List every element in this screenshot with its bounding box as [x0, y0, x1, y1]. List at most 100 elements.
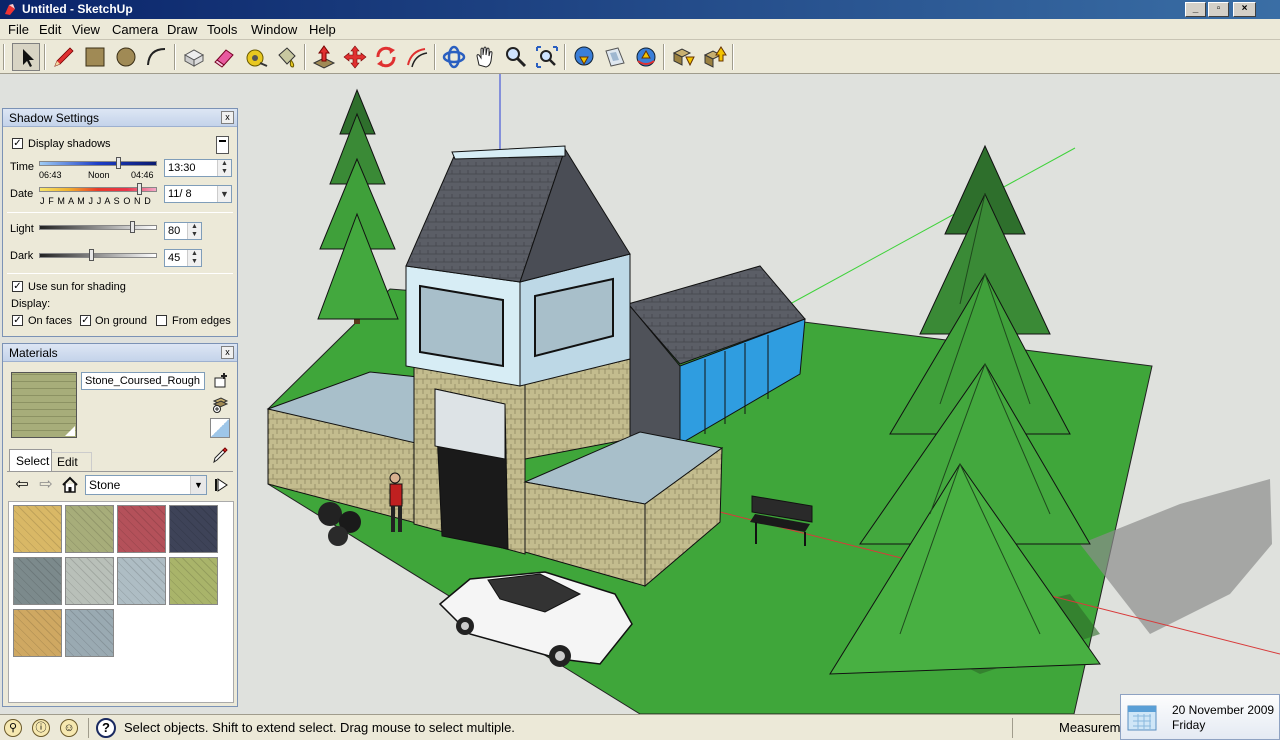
paint-bucket-button[interactable] — [273, 43, 301, 71]
collapse-details-button[interactable] — [216, 136, 229, 154]
shadow-settings-title[interactable]: Shadow Settings — [3, 109, 237, 127]
material-swatch[interactable] — [169, 557, 218, 605]
library-value: Stone — [89, 478, 121, 492]
push-pull-button[interactable] — [310, 43, 338, 71]
material-swatch[interactable] — [13, 609, 62, 657]
use-sun-checkbox[interactable]: ✓ — [12, 281, 23, 292]
material-swatch[interactable] — [65, 609, 114, 657]
get-models-button[interactable] — [570, 43, 598, 71]
rectangle-tool-button[interactable] — [81, 43, 109, 71]
material-swatch[interactable] — [169, 505, 218, 553]
share-model-button[interactable] — [601, 43, 629, 71]
display-secondary-pane-button[interactable] — [211, 395, 229, 413]
maximize-button[interactable]: ▫ — [1208, 2, 1229, 17]
menu-draw[interactable]: Draw — [167, 22, 197, 37]
move-tool-button[interactable] — [341, 43, 369, 71]
arc-tool-button[interactable] — [143, 43, 171, 71]
material-swatch[interactable] — [13, 557, 62, 605]
user-account-icon[interactable]: ☺ — [60, 719, 78, 737]
materials-close-button[interactable]: x — [221, 346, 234, 359]
on-ground-checkbox[interactable]: ✓ — [80, 315, 91, 326]
month-labels: J F M A M J J A S O N D — [40, 196, 152, 206]
toolbar-separator — [564, 44, 566, 70]
home-icon — [62, 476, 78, 493]
toolbar-separator — [732, 44, 734, 70]
date-input[interactable]: 11/ 8 ▼ — [164, 185, 232, 203]
zoom-extents-button[interactable] — [533, 43, 561, 71]
credits-icon[interactable]: ⓘ — [32, 719, 50, 737]
material-name-field[interactable]: Stone_Coursed_Rough — [81, 372, 205, 390]
share-component-icon — [703, 46, 727, 68]
material-swatch[interactable] — [117, 505, 166, 553]
menu-help[interactable]: Help — [309, 22, 336, 37]
create-material-icon — [214, 373, 227, 388]
menu-file[interactable]: File — [8, 22, 29, 37]
light-input[interactable]: 80 ▲ ▼ — [164, 222, 202, 240]
move-icon — [343, 45, 367, 69]
date-notification[interactable]: 20 November 2009 Friday — [1120, 694, 1280, 740]
time-spinner-arrows[interactable]: ▲ ▼ — [217, 160, 231, 176]
circle-tool-button[interactable] — [112, 43, 140, 71]
menu-view[interactable]: View — [72, 22, 100, 37]
dark-slider-thumb[interactable] — [89, 249, 95, 261]
get-photo-texture-button[interactable] — [632, 43, 660, 71]
select-tool-button[interactable] — [12, 43, 40, 71]
orbit-tool-button[interactable] — [440, 43, 468, 71]
panel-divider — [7, 212, 233, 213]
menu-edit[interactable]: Edit — [39, 22, 61, 37]
default-material-button[interactable] — [210, 418, 230, 438]
instructor-help-icon[interactable]: ? — [96, 718, 116, 738]
home-button[interactable] — [61, 476, 79, 494]
zoom-tool-button[interactable] — [502, 43, 530, 71]
details-button[interactable] — [213, 476, 231, 494]
back-button[interactable]: ⇦ — [13, 476, 31, 494]
get-components-icon — [672, 48, 695, 67]
dark-slider-track[interactable] — [39, 253, 157, 258]
forward-button[interactable]: ⇨ — [37, 476, 55, 494]
create-material-button[interactable] — [213, 372, 229, 388]
tape-measure-button[interactable] — [242, 43, 270, 71]
display-shadows-checkbox[interactable]: ✓ — [12, 138, 23, 149]
main-toolbar — [0, 40, 1280, 74]
pan-tool-button[interactable] — [471, 43, 499, 71]
date-slider-thumb[interactable] — [137, 183, 143, 195]
dark-input[interactable]: 45 ▲ ▼ — [164, 249, 202, 267]
get-components-button[interactable] — [670, 43, 698, 71]
light-slider-thumb[interactable] — [130, 221, 136, 233]
time-slider-thumb[interactable] — [116, 157, 122, 169]
details-arrow-icon — [215, 478, 228, 492]
materials-title[interactable]: Materials — [3, 344, 237, 362]
material-swatch[interactable] — [117, 557, 166, 605]
library-dropdown-arrow[interactable]: ▼ — [190, 476, 206, 494]
shadow-settings-close-button[interactable]: x — [221, 111, 234, 124]
material-swatch[interactable] — [65, 557, 114, 605]
line-tool-button[interactable] — [50, 43, 78, 71]
material-swatch[interactable] — [13, 505, 62, 553]
geo-location-icon[interactable]: ⚲ — [4, 719, 22, 737]
light-slider-track[interactable] — [39, 225, 157, 230]
menu-tools[interactable]: Tools — [207, 22, 237, 37]
time-slider-track[interactable] — [39, 161, 157, 166]
window-title: Untitled - SketchUp — [22, 2, 133, 16]
offset-tool-button[interactable] — [403, 43, 431, 71]
light-spinner-arrows[interactable]: ▲ ▼ — [187, 223, 201, 239]
minimize-button[interactable]: _ — [1185, 2, 1206, 17]
menu-window[interactable]: Window — [251, 22, 297, 37]
dark-spinner-arrows[interactable]: ▲ ▼ — [187, 250, 201, 266]
make-component-button[interactable] — [180, 43, 208, 71]
date-value: 11/ 8 — [168, 188, 192, 200]
from-edges-checkbox[interactable] — [156, 315, 167, 326]
material-swatch[interactable] — [65, 505, 114, 553]
share-component-button[interactable] — [701, 43, 729, 71]
rotate-tool-button[interactable] — [372, 43, 400, 71]
library-select[interactable]: Stone ▼ — [85, 475, 207, 495]
close-button[interactable]: × — [1233, 2, 1256, 17]
on-faces-checkbox[interactable]: ✓ — [12, 315, 23, 326]
date-dropdown-arrow[interactable]: ▼ — [217, 186, 231, 202]
menu-camera[interactable]: Camera — [112, 22, 158, 37]
tab-edit[interactable]: Edit — [52, 452, 92, 471]
time-input[interactable]: 13:30 ▲ ▼ — [164, 159, 232, 177]
sample-paint-button[interactable] — [211, 446, 229, 464]
eraser-tool-button[interactable] — [211, 43, 239, 71]
tab-select[interactable]: Select — [9, 449, 52, 471]
